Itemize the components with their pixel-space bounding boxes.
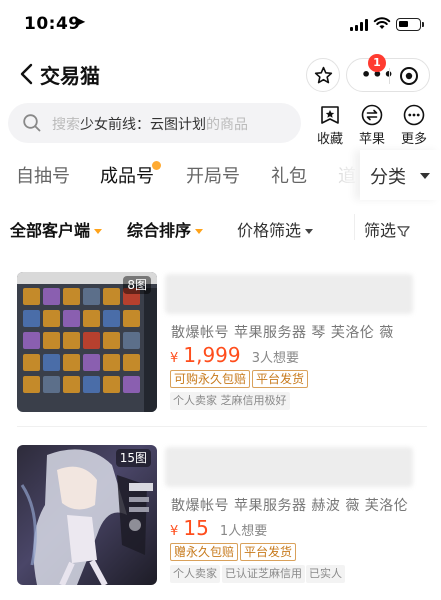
seller-type: 个人卖家 (170, 565, 220, 583)
listing-card[interactable]: 8图 散爆帐号 苹果服务器 琴 芙洛伦 薇 ¥ 1,999 3人想要 可购永久包… (0, 272, 441, 432)
listing-price: 1,999 (183, 343, 241, 367)
identity-verified: 已实人 (306, 565, 345, 583)
wifi-icon (373, 17, 391, 29)
want-count: 1人想要 (219, 524, 268, 539)
favorite-button[interactable] (306, 58, 340, 92)
price-row: ¥ 1,999 3人想要 (170, 343, 299, 367)
currency-symbol: ¥ (170, 351, 179, 366)
tab-new-dot (152, 161, 161, 170)
price-row: ¥ 15 1人想要 (170, 516, 267, 540)
seller-info: 个人卖家 芝麻信用极好 (170, 392, 290, 410)
more-icon (403, 104, 425, 126)
tab-self-draw[interactable]: 自抽号 (16, 162, 70, 188)
status-time: 10:49 (24, 14, 81, 34)
price-filter[interactable]: 价格筛选 (237, 217, 314, 241)
listing-tags: 散爆帐号 苹果服务器 琴 芙洛伦 薇 (171, 325, 394, 341)
back-arrow-icon[interactable] (18, 63, 36, 85)
client-filter[interactable]: 全部客户端 (10, 217, 103, 241)
tab-gift-packs[interactable]: 礼包 (271, 162, 307, 188)
filter-divider (354, 214, 355, 240)
image-count-badge: 15图 (115, 449, 151, 467)
capsule-divider (389, 68, 390, 84)
category-tabs: 自抽号 成品号 开局号 礼包 道 分类 (0, 150, 441, 200)
close-target-icon[interactable] (399, 66, 419, 86)
category-dropdown[interactable]: 分类 (360, 150, 441, 200)
listing-card[interactable]: 15图 散爆帐号 苹果服务器 赫波 薇 芙洛伦 ¥ 15 1人想要 赠永久包赔 … (0, 445, 441, 600)
platform-ship-badge: 平台发货 (240, 543, 297, 561)
warranty-badge: 可购永久包赔 (170, 370, 251, 388)
tab-fade (320, 150, 360, 200)
tab-starter-accounts[interactable]: 开局号 (186, 162, 240, 188)
notification-badge: 1 (368, 54, 386, 72)
signal-icon (350, 19, 368, 31)
chevron-down-icon (420, 173, 430, 179)
location-arrow-icon: ➤ (75, 15, 86, 30)
battery-icon (396, 18, 424, 31)
search-icon (23, 114, 41, 132)
listing-title-blurred (165, 447, 413, 487)
mini-program-capsule: ••• (346, 58, 430, 92)
more-button[interactable]: 更多 (396, 104, 432, 147)
listing-price: 15 (183, 516, 209, 540)
page-title: 交易猫 (40, 64, 100, 88)
platform-switch-button[interactable]: 苹果 (354, 104, 390, 147)
platform-label: 苹果 (358, 132, 385, 147)
listing-divider (17, 426, 427, 427)
status-bar: 10:49 ➤ (0, 0, 441, 48)
listing-thumbnail[interactable]: 8图 (17, 272, 157, 412)
star-box-icon (321, 106, 339, 124)
search-placeholder: 搜索少女前线：云图计划的商品 (52, 117, 248, 133)
credit-verified: 已认证芝麻信用 (222, 565, 305, 583)
swap-icon (361, 104, 383, 126)
chevron-down-icon (94, 229, 103, 234)
listing-tags: 散爆帐号 苹果服务器 赫波 薇 芙洛伦 (171, 498, 409, 514)
image-count-badge: 8图 (123, 276, 151, 294)
category-label: 分类 (370, 167, 406, 188)
want-count: 3人想要 (251, 351, 300, 366)
listing-title-blurred (165, 274, 413, 314)
chevron-down-icon (195, 229, 204, 234)
warranty-badge: 赠永久包赔 (170, 543, 239, 561)
platform-ship-badge: 平台发货 (252, 370, 309, 388)
search-input[interactable]: 搜索少女前线：云图计划的商品 (8, 103, 301, 143)
funnel-icon (397, 226, 410, 237)
favorites-label: 收藏 (316, 132, 343, 147)
currency-symbol: ¥ (170, 524, 179, 539)
more-label: 更多 (400, 132, 427, 147)
filter-bar: 全部客户端 综合排序 价格筛选 筛选 (0, 202, 441, 252)
favorites-button[interactable]: 收藏 (312, 104, 348, 147)
tab-finished-accounts[interactable]: 成品号 (100, 162, 154, 188)
sort-filter[interactable]: 综合排序 (127, 217, 204, 241)
star-icon (314, 66, 333, 84)
listing-thumbnail[interactable]: 15图 (17, 445, 157, 585)
advanced-filter[interactable]: 筛选 (364, 217, 410, 241)
chevron-down-icon (305, 229, 314, 234)
